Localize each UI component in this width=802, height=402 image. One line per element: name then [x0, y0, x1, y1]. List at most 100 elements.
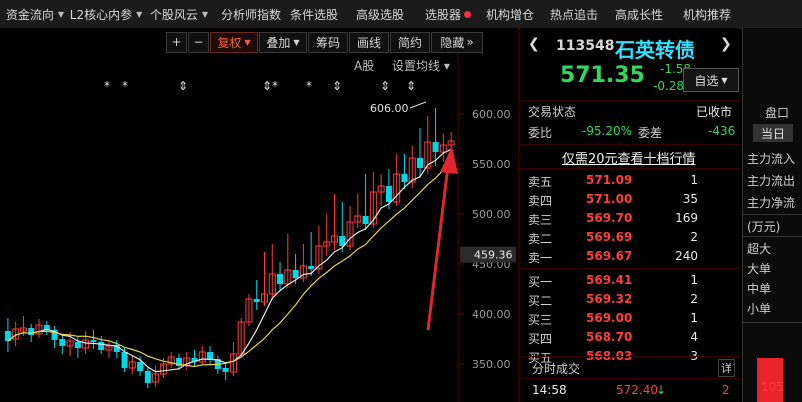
- event-marker: ⇕: [406, 79, 416, 93]
- level-label: 买四: [528, 332, 553, 346]
- menu-tab-3[interactable]: 分析师指数: [216, 0, 286, 28]
- menu-tab-8[interactable]: 热点追击: [542, 0, 606, 28]
- y-tick-label: 350.00: [472, 358, 511, 371]
- size-super: 超大: [747, 242, 772, 256]
- candle-body: [222, 368, 229, 372]
- jianyue-button[interactable]: 简约: [390, 31, 430, 53]
- chouma-button[interactable]: 筹码: [308, 31, 348, 53]
- trade-status-label: 交易状态: [528, 105, 577, 119]
- menu-tab-label: 机构增仓: [485, 7, 534, 22]
- menu-tab-6[interactable]: 选股器: [418, 0, 478, 28]
- buy-level-row[interactable]: 买二 569.32 2: [520, 291, 740, 310]
- diejia-label: 叠加: [266, 35, 291, 50]
- level-price: 569.67: [586, 249, 633, 263]
- menu-tab-4[interactable]: 条件选股: [286, 0, 342, 28]
- candle-body: [74, 342, 81, 348]
- sell-level-row[interactable]: 卖五 571.09 1: [520, 172, 740, 191]
- yincang-button[interactable]: 隐藏»: [431, 31, 483, 53]
- chevron-down-icon: ▼: [721, 75, 728, 85]
- ticks-detail-button[interactable]: 详: [718, 359, 735, 377]
- chevron-down-icon: ▼: [201, 9, 209, 19]
- level2-promo-link[interactable]: 仅需20元查看十档行情: [562, 148, 696, 167]
- forward-arrow-icon[interactable]: ❯: [720, 36, 732, 52]
- level-volume: 169: [675, 211, 698, 225]
- event-marker: ⇕: [332, 79, 342, 93]
- level-label: 买二: [528, 294, 553, 308]
- trade-status-value: 已收市: [696, 105, 733, 119]
- level-volume: 240: [675, 249, 698, 263]
- candlestick-chart[interactable]: 600.00550.00500.00450.00400.00350.00459.…: [0, 28, 518, 402]
- menu-tab-label: 选股器: [424, 7, 461, 22]
- level-label: 买三: [528, 313, 553, 327]
- buy-level-row[interactable]: 买三 569.00 1: [520, 310, 740, 329]
- candle-body: [144, 371, 151, 383]
- level-volume: 4: [690, 330, 698, 344]
- last-price: 571.35: [560, 63, 645, 88]
- level-price: 571.00: [586, 192, 633, 206]
- menu-tab-1[interactable]: L2核心内参 ▼: [70, 0, 142, 28]
- diejia-button[interactable]: 叠加 ▼: [259, 31, 307, 53]
- level-volume: 1: [690, 273, 698, 287]
- weibi-row: 委比 -95.20% 委差 -436: [520, 123, 740, 142]
- candle-body: [121, 352, 128, 368]
- chevron-down-icon: ▼: [57, 9, 65, 19]
- menu-tab-9[interactable]: 高成长性: [606, 0, 672, 28]
- sell-level-row[interactable]: 卖三 569.70 169: [520, 210, 740, 229]
- back-arrow-icon[interactable]: ❮: [528, 36, 540, 52]
- level-price: 569.32: [586, 292, 633, 306]
- menu-tab-label: 分析师指数: [220, 7, 281, 22]
- down-arrow-icon: ↓: [656, 383, 667, 397]
- alert-dot-icon: [464, 10, 471, 18]
- candle-body: [401, 174, 408, 182]
- candle-body: [362, 216, 369, 224]
- menu-tab-0[interactable]: 资金流向 ▼: [0, 0, 70, 28]
- level-price: 568.70: [586, 330, 633, 344]
- buy-level-row[interactable]: 买一 569.41 1: [520, 272, 740, 291]
- pankou-tab[interactable]: 盘口: [765, 104, 789, 121]
- level-label: 卖四: [528, 194, 553, 208]
- netflow-label: 主力净流: [747, 196, 796, 210]
- high-price-label: 606.00: [370, 102, 409, 115]
- menu-tab-7[interactable]: 机构增仓: [478, 0, 542, 28]
- level-price: 571.09: [586, 173, 633, 187]
- event-marker: *: [306, 79, 312, 93]
- event-marker: ⇕: [380, 79, 390, 93]
- level-label: 卖一: [528, 251, 553, 265]
- watchlist-button[interactable]: 自选 ▼: [683, 68, 739, 92]
- candle-body: [277, 274, 284, 284]
- ma5-line: [7, 149, 452, 373]
- sell-level-row[interactable]: 卖四 571.00 35: [520, 191, 740, 210]
- sell-level-row[interactable]: 卖一 569.67 240: [520, 248, 740, 267]
- today-tab[interactable]: 当日: [753, 124, 793, 142]
- candle-body: [137, 362, 144, 371]
- menu-tab-label: 资金流向: [5, 7, 54, 22]
- huaxian-button[interactable]: 画线: [349, 31, 389, 53]
- menu-tab-2[interactable]: 个股风云 ▼: [142, 0, 216, 28]
- sell-level-row[interactable]: 卖二 569.69 2: [520, 229, 740, 248]
- chevron-down-icon: ▼: [293, 37, 300, 47]
- level-price: 569.70: [586, 211, 633, 225]
- level-price: 569.69: [586, 230, 633, 244]
- candle-body: [292, 270, 299, 278]
- candle-body: [308, 266, 315, 269]
- level-label: 买一: [528, 275, 553, 289]
- fuquan-button[interactable]: 复权 ▼: [210, 31, 258, 53]
- menu-tab-10[interactable]: 机构推荐: [672, 0, 742, 28]
- menu-tab-5[interactable]: 高级选股: [342, 0, 418, 28]
- yincang-label: 隐藏: [440, 35, 465, 50]
- capital-flow-panel: 自选 ▼ 盘口 当日 主力流入 主力流出 主力净流 (万元) 超大 大单 中单 小…: [683, 28, 802, 402]
- candle-body: [90, 340, 97, 342]
- sell-orders: 卖五 571.09 1 卖四 571.00 35 卖三 569.70 169 卖二 569.69 2 卖…: [520, 170, 740, 270]
- kline-chart-panel[interactable]: 600.00 550.00 500.00 450.00 400.00 350.00 459.…: [0, 28, 519, 402]
- candle-body: [385, 186, 392, 202]
- tick-time: 14:58: [532, 383, 567, 397]
- unit-label: (万元): [747, 220, 781, 234]
- y-tick-label: 600.00: [472, 108, 511, 121]
- zoom-in-button[interactable]: +: [166, 31, 187, 53]
- zoom-out-button[interactable]: −: [188, 31, 209, 53]
- menu-tab-label: 热点追击: [549, 7, 598, 22]
- event-marker: ⇕: [178, 79, 188, 93]
- tick-volume: 2: [722, 383, 730, 397]
- buy-level-row[interactable]: 买四 568.70 4: [520, 329, 740, 348]
- y-tick-label: 550.00: [472, 158, 511, 171]
